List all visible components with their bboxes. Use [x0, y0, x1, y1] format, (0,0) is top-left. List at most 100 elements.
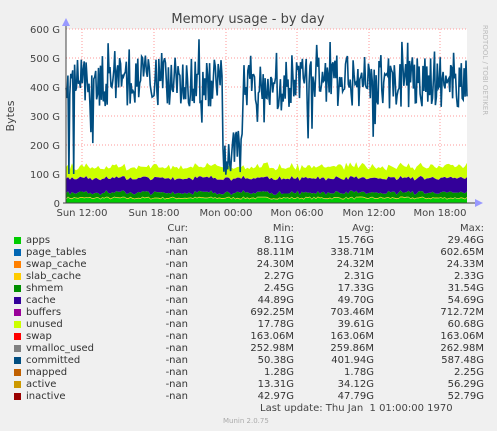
- legend-value-min: 13.31G: [257, 379, 294, 390]
- legend-label: buffers: [26, 307, 62, 318]
- legend-swatch: [14, 321, 21, 328]
- legend-value-min: 17.78G: [257, 319, 294, 330]
- legend-swatch: [14, 369, 21, 376]
- x-axis-arrow: [475, 199, 483, 207]
- legend-value-cur: -nan: [165, 343, 188, 354]
- legend-value-min: 88.11M: [256, 247, 294, 258]
- y-tick-label: 500 G: [30, 54, 60, 65]
- legend-swatch: [14, 249, 21, 256]
- legend-label: inactive: [26, 391, 66, 402]
- legend-row: page_tables -nan 88.11M 338.71M 602.65M: [0, 247, 497, 259]
- legend-value-avg: 703.46M: [330, 307, 374, 318]
- legend-swatch: [14, 273, 21, 280]
- legend-value-max: 60.68G: [447, 319, 484, 330]
- legend-value-min: 1.28G: [263, 367, 294, 378]
- legend-value-max: 54.69G: [447, 295, 484, 306]
- legend-row: mapped -nan 1.28G 1.78G 2.25G: [0, 367, 497, 379]
- legend-row: cache -nan 44.89G 49.70G 54.69G: [0, 295, 497, 307]
- munin-version: Munin 2.0.75: [223, 417, 269, 425]
- legend-value-max: 29.46G: [447, 235, 484, 246]
- y-tick-label: 400 G: [30, 83, 60, 94]
- legend-value-min: 42.97G: [257, 391, 294, 402]
- y-axis-arrow: [62, 18, 70, 26]
- legend-value-min: 2.45G: [263, 283, 294, 294]
- legend-value-cur: -nan: [165, 235, 188, 246]
- legend-value-cur: -nan: [165, 319, 188, 330]
- legend-row: buffers -nan 692.25M 703.46M 712.72M: [0, 307, 497, 319]
- legend-row: slab_cache -nan 2.27G 2.31G 2.33G: [0, 271, 497, 283]
- legend-value-max: 56.29G: [447, 379, 484, 390]
- legend-value-max: 24.33M: [446, 259, 484, 270]
- legend-value-cur: -nan: [165, 271, 188, 282]
- legend-swatch: [14, 333, 21, 340]
- legend-row: vmalloc_used -nan 252.98M 259.86M 262.98M: [0, 343, 497, 355]
- legend-row: swap -nan 163.06M 163.06M 163.06M: [0, 331, 497, 343]
- legend-value-avg: 17.33G: [337, 283, 374, 294]
- legend-value-max: 2.33G: [453, 271, 484, 282]
- legend-value-max: 587.48G: [441, 355, 484, 366]
- y-tick-label: 100 G: [30, 170, 60, 181]
- legend-swatch: [14, 297, 21, 304]
- legend-swatch: [14, 345, 21, 352]
- y-tick-label: 300 G: [30, 112, 60, 123]
- legend-label: apps: [26, 235, 51, 246]
- legend-row: inactive -nan 42.97G 47.79G 52.79G: [0, 391, 497, 403]
- legend-swatch: [14, 393, 21, 400]
- x-tick-label: Mon 06:00: [270, 208, 323, 219]
- x-tick-label: Sun 18:00: [128, 208, 179, 219]
- y-axis-label: Bytes: [4, 100, 17, 131]
- x-tick-label: Mon 12:00: [342, 208, 395, 219]
- legend-value-min: 24.30M: [256, 259, 294, 270]
- legend-value-avg: 15.76G: [337, 235, 374, 246]
- x-tick-label: Mon 00:00: [199, 208, 252, 219]
- legend-label: swap: [26, 331, 52, 342]
- legend-swatch: [14, 285, 21, 292]
- legend-value-cur: -nan: [165, 391, 188, 402]
- legend-label: slab_cache: [26, 271, 82, 282]
- legend-label: unused: [26, 319, 63, 330]
- legend-swatch: [14, 357, 21, 364]
- legend-value-max: 262.98M: [440, 343, 484, 354]
- legend-label: mapped: [26, 367, 68, 378]
- legend-value-max: 163.06M: [440, 331, 484, 342]
- legend-label: active: [26, 379, 57, 390]
- legend-value-avg: 47.79G: [337, 391, 374, 402]
- legend-value-max: 2.25G: [453, 367, 484, 378]
- legend-value-cur: -nan: [165, 367, 188, 378]
- legend-value-cur: -nan: [165, 355, 188, 366]
- legend-value-min: 8.11G: [263, 235, 294, 246]
- legend-value-max: 712.72M: [440, 307, 484, 318]
- legend-label: committed: [26, 355, 81, 366]
- rrdtool-side-label: RRDTOOL / TOBI OETIKER: [481, 25, 489, 115]
- legend-row: unused -nan 17.78G 39.61G 60.68G: [0, 319, 497, 331]
- legend-row: active -nan 13.31G 34.12G 56.29G: [0, 379, 497, 391]
- legend-value-avg: 338.71M: [330, 247, 374, 258]
- legend-label: shmem: [26, 283, 64, 294]
- legend-value-avg: 34.12G: [337, 379, 374, 390]
- legend-row: swap_cache -nan 24.30M 24.32M 24.33M: [0, 259, 497, 271]
- x-tick-labels: Sun 12:00 Sun 18:00 Mon 00:00 Mon 06:00 Mon …: [56, 208, 466, 219]
- legend-value-cur: -nan: [165, 307, 188, 318]
- chart-title: Memory usage - by day: [171, 12, 324, 27]
- legend-value-min: 252.98M: [250, 343, 294, 354]
- legend-value-avg: 401.94G: [331, 355, 374, 366]
- legend-row: apps -nan 8.11G 15.76G 29.46G: [0, 235, 497, 247]
- legend-value-cur: -nan: [165, 247, 188, 258]
- legend-swatch: [14, 237, 21, 244]
- col-header-avg: Avg:: [352, 223, 374, 234]
- legend-label: cache: [26, 295, 56, 306]
- legend-value-avg: 2.31G: [343, 271, 374, 282]
- legend-value-avg: 163.06M: [330, 331, 374, 342]
- legend-swatch: [14, 381, 21, 388]
- y-tick-labels: 0100 G200 G300 G400 G500 G600 G: [30, 25, 60, 210]
- last-update: Last update: Thu Jan 1 01:00:00 1970: [260, 403, 453, 414]
- legend-value-min: 2.27G: [263, 271, 294, 282]
- legend-value-cur: -nan: [165, 283, 188, 294]
- legend-value-avg: 1.78G: [343, 367, 374, 378]
- legend-value-max: 31.54G: [447, 283, 484, 294]
- legend-value-cur: -nan: [165, 379, 188, 390]
- legend-label: swap_cache: [26, 259, 87, 270]
- legend-value-max: 52.79G: [447, 391, 484, 402]
- legend-row: shmem -nan 2.45G 17.33G 31.54G: [0, 283, 497, 295]
- legend-swatch: [14, 309, 21, 316]
